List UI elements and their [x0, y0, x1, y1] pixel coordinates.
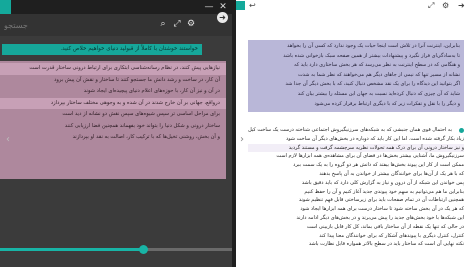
search-bar: ⌕ ⤢ ⚙	[0, 14, 232, 36]
forward-icon[interactable]: ➜	[217, 12, 228, 23]
left-line: برای مراحل اساسی تر سپس شیوه‌های سپس نقش…	[62, 111, 220, 117]
exit-icon[interactable]: ➜	[458, 0, 465, 12]
left-line: ساختار درونی و شکل دنیا را بتواند خود بف…	[64, 122, 220, 129]
left-line: و آن بخش، روشنی تخیل‌ها که با ترکیب کار،…	[72, 134, 220, 140]
search-input[interactable]	[4, 18, 154, 32]
close-icon[interactable]: ✕	[218, 2, 228, 12]
bookmark-icon[interactable]	[236, 1, 245, 10]
text-line: شاید که آن چیزی که دنبال کرده‌اید نسبت ب…	[297, 90, 460, 97]
back-icon[interactable]: ↩	[249, 0, 256, 12]
progress-slider-handle[interactable]	[139, 245, 148, 254]
text-line: اگر بتوانید این دیدگاه را برای یک نقد مش…	[285, 81, 460, 88]
text-line: سرزنیگیروش ما، آشنایی بیشتر بخش‌ها در فض…	[276, 153, 464, 160]
search-icon[interactable]: ⌕	[158, 19, 168, 30]
page-settings-icon[interactable]: ⚙	[442, 0, 449, 12]
text-line: پس خواندن این شبکه از آن درون و نیاز به …	[301, 179, 464, 186]
left-line: آن کار، در ساخت و رشد دانش ما جستجو کنند…	[54, 76, 220, 83]
left-heading-highlight: خواستند خوشتان با کاملاً از قبولید دنیای…	[2, 44, 202, 55]
text-line: و نیز ساختار درونی آن برای درک همه تحولا…	[248, 143, 464, 153]
text-line: که هر یک در آن بخش ساخته شود تا ساختار د…	[300, 206, 464, 213]
left-line: در آن و نیز آن کار، با حوزه‌های اعلام دن…	[83, 88, 220, 94]
text-line: این شبکه‌ها با خود بخش‌های جدید را پیش م…	[296, 214, 464, 221]
text-line: کنترل، کنترل دیگری با پیوندهای آشکار که …	[319, 232, 464, 239]
right-top-bar: ↩ ⤢ ⚙ ➜	[236, 0, 472, 12]
text-line: زیاد بکار گرفته شده است. اما این کار بای…	[285, 135, 464, 142]
fullscreen-icon[interactable]: ⤢	[428, 0, 434, 12]
right-paragraph-2: به احتمال قوی همان جنبشی که به شبکه‌های …	[248, 126, 464, 249]
next-page-icon[interactable]: ›	[240, 134, 244, 145]
text-line: همچنین ارتباطات آن در تمام صفحات باید بر…	[298, 197, 464, 204]
text-line: ممکن است از کار این پیوند بخش‌ها بیفتد ک…	[293, 162, 464, 169]
text-line: تا به‌سادگی‌ای فراز نگیرد و پیشنهادات بی…	[283, 52, 460, 59]
text-line: که با هر یک از آن‌ها برای خوانندگان بیشت…	[319, 170, 464, 177]
progress-slider-fill	[0, 248, 144, 251]
minimize-icon[interactable]: —	[204, 2, 214, 12]
left-reader-panel: — ✕ ⌕ ⤢ ⚙ ➜ خواستند خوشتان با کاملاً از …	[0, 0, 232, 267]
text-line: در حالی که تنها یک نقطه از آن ساختار باق…	[306, 223, 464, 230]
text-line: به احتمال قوی همان جنبشی که به شبکه‌های …	[248, 127, 452, 133]
right-paragraph-1: بنابراین، اینترنت آنرا در تلاش است اینجا…	[248, 42, 464, 109]
menu-tab[interactable]	[0, 0, 11, 14]
text-line: نکته نهایی آن است که ساختار باید در سطح …	[308, 241, 464, 248]
left-line: درواقع، جهانی بر آن خارج شدند در آن شده …	[0, 97, 226, 109]
left-top-bar: — ✕	[0, 0, 232, 14]
previous-page-icon[interactable]: ‹	[6, 134, 10, 145]
settings-icon[interactable]: ⚙	[186, 19, 196, 30]
text-line: و هنگامی که در سطح اینترنت به نظر می‌رسد…	[294, 62, 460, 69]
left-line: نیازهایی پیش کنند، در نظام رسانه‌شناسی ا…	[0, 63, 226, 75]
text-line: و دیگر را با نقل و تفکرات زیر که با دیگر…	[314, 100, 460, 107]
text-line: بنابراین ما هم می‌توانیم به سهم خود پیون…	[304, 188, 464, 195]
left-text-lines: نیازهایی پیش کنند، در نظام رسانه‌شناسی ا…	[0, 63, 226, 144]
text-line: بنابراین، اینترنت آنرا در تلاش است اینجا…	[287, 43, 460, 49]
text-line: نشانه از مسیر تنها که نیمی از جاهای دیگر…	[297, 71, 460, 78]
expand-icon[interactable]: ⤢	[172, 19, 182, 30]
right-reader-page: ↩ ⤢ ⚙ ➜ › بنابراین، اینترنت آنرا در تلاش…	[236, 0, 472, 267]
